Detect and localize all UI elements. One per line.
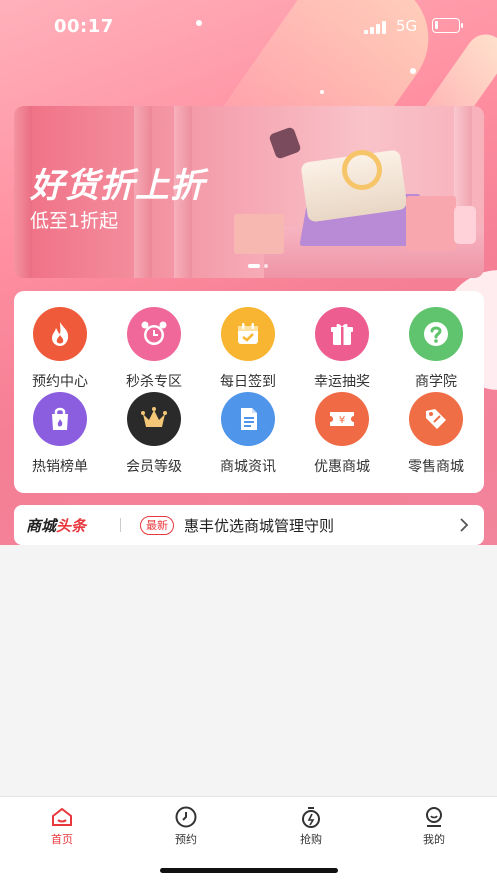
gift-icon: [315, 307, 369, 361]
home-icon: [52, 807, 72, 826]
calendar-check-icon: [221, 307, 275, 361]
menu-item-label: 热销榜单: [32, 459, 88, 475]
menu-item-bestseller-list[interactable]: 热销榜单: [15, 392, 105, 475]
tab-label: 预约: [175, 833, 197, 846]
menu-item-label: 每日签到: [220, 374, 276, 390]
tab-label: 我的: [423, 833, 445, 846]
banner-title: 好货折上折: [30, 166, 205, 206]
menu-item-lucky-draw[interactable]: 幸运抽奖: [297, 307, 387, 390]
menu-item-discount-mall[interactable]: ¥ 优惠商城: [297, 392, 387, 475]
crown-icon: [127, 392, 181, 446]
tab-label: 抢购: [300, 833, 322, 846]
menu-item-mall-news[interactable]: 商城资讯: [203, 392, 293, 475]
news-badge: 最新: [140, 516, 174, 535]
status-bar: 00:17 5G: [0, 0, 497, 52]
news-brand: 商城头条: [26, 517, 87, 535]
tab-label: 首页: [51, 833, 73, 846]
chevron-right-icon[interactable]: [458, 515, 470, 539]
news-divider: [120, 518, 121, 532]
menu-item-label: 幸运抽奖: [314, 374, 370, 390]
stopwatch-icon: [302, 807, 320, 828]
menu-item-flash-sale[interactable]: 秒杀专区: [109, 307, 199, 390]
price-tag-icon: [409, 392, 463, 446]
status-time: 00:17: [54, 16, 114, 37]
gift-box-graphic: [234, 214, 284, 254]
banner-subtitle: 低至1折起: [30, 210, 119, 232]
svg-text:¥: ¥: [339, 415, 345, 426]
menu-grid: 预约中心 秒杀专区 每日签到 幸运抽奖 商学院 热销榜单 会员等级 商城资讯 ¥…: [14, 291, 484, 493]
tab-mine[interactable]: 我的: [404, 797, 464, 857]
menu-item-retail-mall[interactable]: 零售商城: [391, 392, 481, 475]
pager-dot: [264, 264, 268, 268]
tab-flash-buy[interactable]: 抢购: [281, 797, 341, 857]
news-headline[interactable]: 惠丰优选商城管理守则: [184, 515, 334, 536]
tab-home[interactable]: 首页: [32, 797, 92, 857]
menu-item-member-level[interactable]: 会员等级: [109, 392, 199, 475]
user-icon: [426, 807, 442, 827]
watch-graphic: [268, 126, 302, 160]
menu-item-label: 秒杀专区: [126, 374, 182, 390]
menu-item-label: 商城资讯: [220, 459, 276, 475]
pager-dot-active: [248, 264, 260, 268]
gift-box-graphic: [406, 196, 456, 251]
coupon-icon: ¥: [315, 392, 369, 446]
promo-banner[interactable]: 好货折上折 低至1折起: [14, 106, 484, 278]
menu-item-label: 零售商城: [408, 459, 464, 475]
document-icon: [221, 392, 275, 446]
ring-graphic: [342, 150, 382, 190]
menu-item-reservation-center[interactable]: 预约中心: [15, 307, 105, 390]
menu-item-label: 会员等级: [126, 459, 182, 475]
menu-item-label: 预约中心: [32, 374, 88, 390]
perfume-bottle-graphic: [454, 206, 476, 244]
battery-icon: [432, 18, 463, 33]
menu-item-daily-checkin[interactable]: 每日签到: [203, 307, 293, 390]
alarm-clock-icon: [127, 307, 181, 361]
news-ticker[interactable]: 商城头条 最新 惠丰优选商城管理守则: [14, 505, 484, 545]
flame-icon: [33, 307, 87, 361]
network-type: 5G: [396, 17, 418, 35]
menu-item-label: 优惠商城: [314, 459, 370, 475]
question-icon: [409, 307, 463, 361]
shopping-bag-icon: [33, 392, 87, 446]
banner-pager: [248, 264, 268, 268]
home-indicator: [160, 868, 338, 873]
menu-item-business-school[interactable]: 商学院: [391, 307, 481, 390]
tab-reservation[interactable]: 预约: [156, 797, 216, 857]
menu-item-label: 商学院: [415, 374, 457, 390]
clock-icon: [175, 806, 197, 828]
signal-icon: [364, 21, 386, 34]
